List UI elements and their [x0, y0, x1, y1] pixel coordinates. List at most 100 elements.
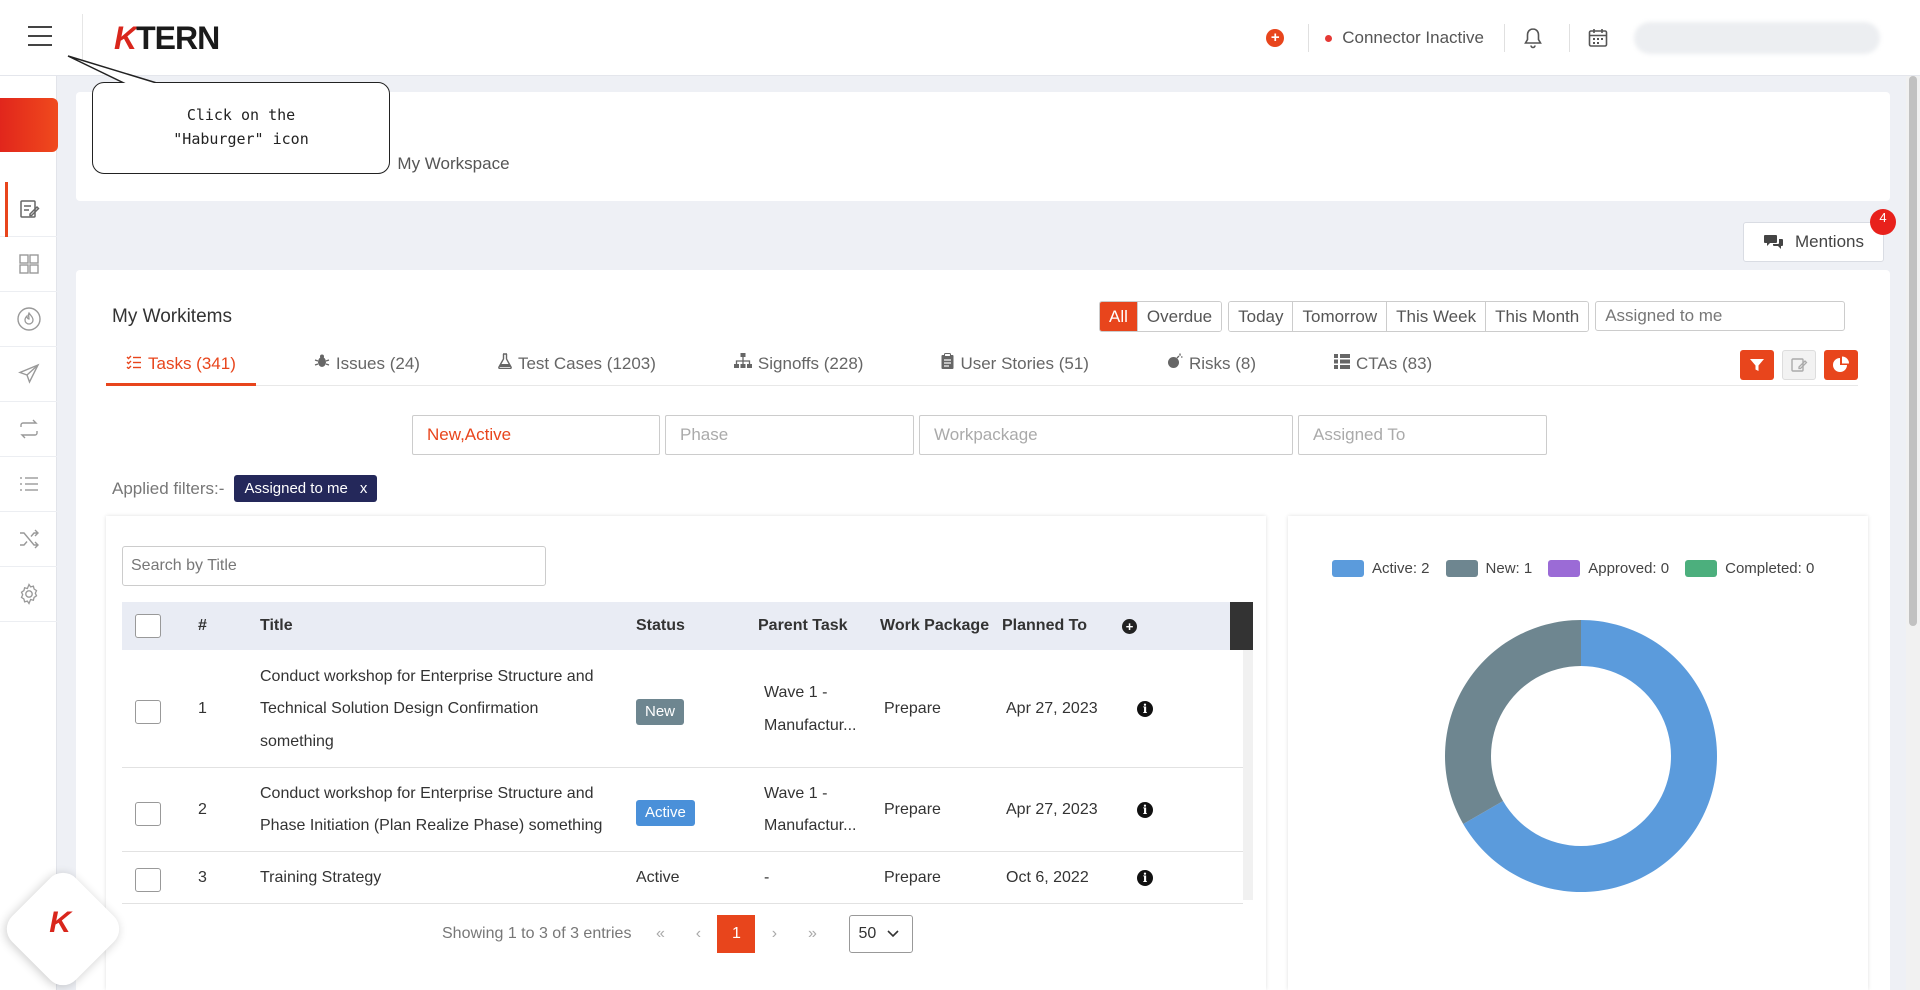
hamburger-icon[interactable]	[28, 26, 52, 46]
row-checkbox[interactable]	[135, 700, 161, 724]
tab-tasks[interactable]: Tasks (341)	[106, 342, 256, 386]
connector-status-label: Connector Inactive	[1342, 28, 1484, 47]
sidebar-item-list[interactable]	[0, 457, 57, 512]
page-1-button[interactable]: 1	[717, 915, 756, 953]
chevron-down-icon	[887, 930, 899, 938]
quick-filter-this-month[interactable]: This Month	[1486, 302, 1589, 331]
plus-circle-icon[interactable]: +	[1266, 29, 1285, 47]
status-badge: New	[636, 699, 685, 725]
chip-close-icon[interactable]: x	[360, 480, 368, 497]
edit-note-icon	[19, 200, 40, 218]
col-title[interactable]: Title	[260, 602, 293, 650]
row-title[interactable]: Conduct workshop for Enterprise Structur…	[260, 661, 594, 693]
chart-toggle-button[interactable]	[1824, 350, 1858, 380]
row-checkbox[interactable]	[135, 868, 161, 892]
sidebar-item-shuffle[interactable]	[0, 512, 57, 567]
donut-slice-new[interactable]	[1445, 620, 1581, 824]
sidebar-item-fire[interactable]	[0, 292, 57, 347]
shuffle-icon	[19, 529, 39, 549]
quick-filter-this-week[interactable]: This Week	[1387, 302, 1487, 331]
tab-ctas[interactable]: CTAs (83)	[1314, 342, 1452, 386]
prev-page-button[interactable]: ‹	[679, 925, 717, 943]
info-icon[interactable]: i	[1137, 701, 1153, 717]
info-icon[interactable]: i	[1137, 870, 1153, 886]
filter-button[interactable]	[1740, 350, 1774, 380]
select-all-checkbox[interactable]	[135, 614, 161, 638]
first-page-button[interactable]: «	[641, 925, 679, 943]
tooltip-line: "Haburger" icon	[173, 130, 309, 148]
quick-filter-all[interactable]: All	[1100, 302, 1138, 331]
status-badge: Active	[636, 800, 695, 826]
clipboard-icon	[941, 350, 954, 378]
page-scrollbar-thumb[interactable]	[1909, 76, 1917, 626]
row-title[interactable]: Technical Solution Design Confirmation	[260, 693, 538, 725]
bomb-icon	[1167, 350, 1183, 378]
search-input[interactable]: Search by Title	[122, 546, 546, 586]
row-work-package: Prepare	[884, 869, 941, 886]
filter-chip: Assigned to me x	[234, 475, 378, 502]
col-work-package[interactable]: Work Package	[880, 602, 989, 650]
row-work-package: Prepare	[884, 801, 941, 818]
repeat-icon	[19, 419, 38, 439]
last-page-button[interactable]: »	[793, 925, 831, 943]
sidebar-item-settings[interactable]	[0, 567, 57, 622]
tab-test-cases[interactable]: Test Cases (1203)	[478, 342, 676, 386]
row-parent-task: Wave 1 -	[764, 684, 828, 701]
comments-icon	[1764, 235, 1783, 249]
table-scrollbar[interactable]	[1243, 650, 1253, 900]
table-row[interactable]: 3 Training Strategy Active - Prepare Oct…	[122, 852, 1243, 904]
assigned-to-filter[interactable]: Assigned To	[1298, 415, 1547, 455]
ktern-logo[interactable]: KTERN	[114, 20, 220, 57]
row-parent-task: Manufactur...	[764, 717, 857, 734]
sitemap-icon	[733, 350, 752, 378]
sidebar-item-sync[interactable]	[0, 402, 57, 457]
sidebar-item-workspace[interactable]	[0, 182, 57, 237]
next-page-button[interactable]: ›	[755, 925, 793, 943]
tab-issues[interactable]: Issues (24)	[294, 342, 440, 386]
assigned-select[interactable]: Assigned to me	[1595, 301, 1846, 331]
phase-filter[interactable]: Phase	[665, 415, 914, 455]
table-row[interactable]: 2 Conduct workshop for Enterprise Struct…	[122, 768, 1243, 852]
tab-risks[interactable]: Risks (8)	[1147, 342, 1276, 386]
mentions-button[interactable]: Mentions	[1743, 222, 1884, 262]
calendar-icon[interactable]	[1586, 26, 1610, 50]
bell-icon[interactable]	[1521, 26, 1545, 50]
tab-label: Signoffs (228)	[757, 354, 864, 373]
table-row[interactable]: 1 Conduct workshop for Enterprise Struct…	[122, 650, 1243, 768]
quick-filter-tomorrow[interactable]: Tomorrow	[1293, 302, 1388, 331]
connector-status[interactable]: Connector Inactive	[1325, 28, 1484, 48]
col-num[interactable]: #	[198, 602, 207, 650]
user-profile[interactable]	[1634, 22, 1880, 54]
row-title[interactable]: Conduct workshop for Enterprise Structur…	[260, 778, 594, 810]
status-filter[interactable]: New,Active	[412, 415, 660, 455]
row-title[interactable]: Phase Initiation (Plan Realize Phase) so…	[260, 810, 602, 842]
page-scrollbar[interactable]	[1906, 76, 1920, 990]
row-title[interactable]: Training Strategy	[260, 862, 381, 894]
tab-label: Risks (8)	[1188, 354, 1256, 373]
col-parent-task[interactable]: Parent Task	[758, 602, 848, 650]
col-planned-to[interactable]: Planned To	[1002, 602, 1087, 650]
tooltip-callout: Click on the "Haburger" icon	[92, 82, 390, 174]
table-icon	[1334, 350, 1350, 378]
row-title[interactable]: something	[260, 726, 334, 758]
workpackage-filter[interactable]: Workpackage	[919, 415, 1293, 455]
pagination: Showing 1 to 3 of 3 entries « ‹ 1 › » 50	[442, 914, 914, 954]
grid-icon	[18, 254, 39, 274]
edit-button[interactable]	[1782, 350, 1816, 380]
donut-chart	[1445, 620, 1717, 892]
tab-signoffs[interactable]: Signoffs (228)	[714, 342, 884, 386]
col-status[interactable]: Status	[636, 602, 685, 650]
tab-user-stories[interactable]: User Stories (51)	[921, 342, 1108, 386]
sidebar-item-send[interactable]	[0, 347, 57, 402]
quick-filter-today[interactable]: Today	[1229, 302, 1294, 331]
info-icon[interactable]: i	[1137, 802, 1153, 818]
row-parent-task: Wave 1 -	[764, 785, 828, 802]
table-header: # Title Status Parent Task Work Package …	[122, 602, 1253, 650]
pagination-summary: Showing 1 to 3 of 3 entries	[442, 925, 632, 942]
sidebar-brand-tile[interactable]	[0, 98, 58, 152]
per-page-select[interactable]: 50	[849, 915, 914, 953]
quick-filter-overdue[interactable]: Overdue	[1137, 302, 1222, 331]
row-checkbox[interactable]	[135, 802, 161, 826]
sidebar-item-dashboard[interactable]	[0, 237, 57, 292]
add-column-icon[interactable]: +	[1122, 619, 1137, 634]
